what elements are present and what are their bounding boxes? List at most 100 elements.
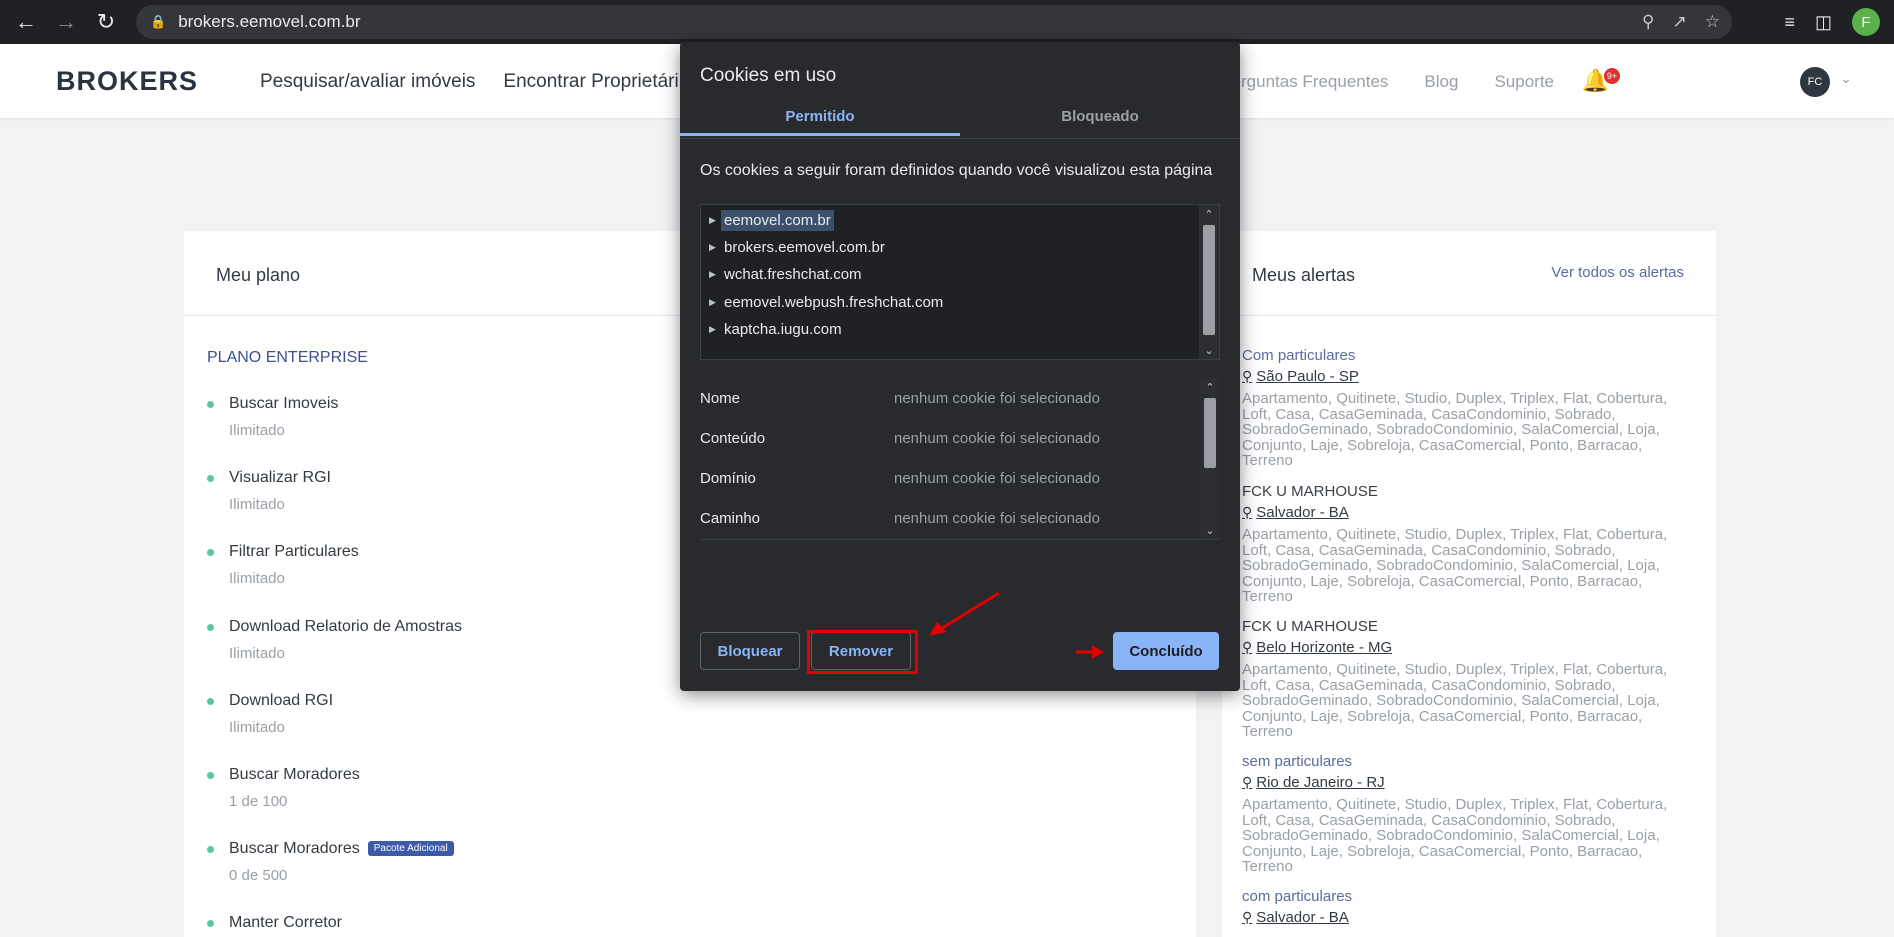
reload-icon[interactable]: ↻: [86, 2, 126, 42]
domain-label[interactable]: eemovel.webpush.freshchat.com: [721, 292, 946, 313]
map-pin-icon: ⚲: [1242, 639, 1253, 655]
property-value: nenhum cookie foi selecionado: [894, 390, 1100, 407]
url-text[interactable]: brokers.eemovel.com.br: [178, 12, 360, 32]
alert-location-link[interactable]: ⚲ Salvador - BA: [1242, 909, 1692, 926]
alert-category: FCK U MARHOUSE: [1242, 483, 1378, 500]
side-panel-icon[interactable]: ◫: [1815, 12, 1832, 33]
nav-search-properties[interactable]: Pesquisar/avaliar imóveis: [260, 71, 475, 93]
feature-name: Visualizar RGI: [229, 469, 331, 486]
lock-icon[interactable]: 🔒: [150, 14, 166, 30]
scroll-up-icon[interactable]: ⌃: [1200, 378, 1220, 396]
alert-location-link[interactable]: ⚲ Belo Horizonte - MG: [1242, 639, 1692, 656]
share-icon[interactable]: ↗: [1673, 12, 1687, 32]
tree-item[interactable]: ▶ kaptcha.iugu.com: [709, 318, 845, 340]
cookie-properties: Nome nenhum cookie foi selecionado Conteú…: [700, 378, 1220, 540]
tree-item[interactable]: ▶ eemovel.com.br: [709, 209, 834, 231]
tree-item[interactable]: ▶ wchat.freshchat.com: [709, 263, 865, 285]
right-nav: Perguntas Frequentes Blog Suporte: [1220, 72, 1554, 92]
back-icon[interactable]: ←: [6, 2, 46, 42]
alert-location-link[interactable]: ⚲ Salvador - BA: [1242, 504, 1692, 521]
alert-item: Com particulares ⚲ São Paulo - SP Apartam…: [1242, 347, 1692, 469]
bullet-icon: [207, 624, 214, 631]
scroll-down-icon[interactable]: ⌄: [1200, 521, 1220, 539]
alert-location[interactable]: Salvador - BA: [1256, 909, 1349, 926]
feature-name: Buscar Imoveis: [229, 395, 339, 412]
bullet-icon: [207, 698, 214, 705]
alert-location-link[interactable]: ⚲ Rio de Janeiro - RJ: [1242, 774, 1692, 791]
scroll-down-icon[interactable]: ⌄: [1199, 341, 1219, 359]
alert-location[interactable]: Belo Horizonte - MG: [1256, 639, 1392, 656]
forward-icon[interactable]: →: [46, 2, 86, 42]
domain-label[interactable]: brokers.eemovel.com.br: [721, 237, 888, 258]
bullet-icon: [207, 549, 214, 556]
alert-category: Com particulares: [1242, 347, 1356, 364]
bullet-icon: [207, 401, 214, 408]
feature-value: Ilimitado: [229, 719, 285, 736]
tree-scrollbar[interactable]: ⌃ ⌄: [1199, 205, 1219, 359]
property-label: Nome: [700, 390, 741, 407]
alert-location-link[interactable]: ⚲ São Paulo - SP: [1242, 368, 1692, 385]
cookie-domains-tree: ▶ eemovel.com.br ▶ brokers.eemovel.com.br …: [700, 204, 1220, 360]
nav-faq[interactable]: Perguntas Frequentes: [1220, 72, 1388, 92]
alert-location[interactable]: Salvador - BA: [1256, 504, 1349, 521]
feature-value: Ilimitado: [229, 570, 285, 587]
tab-allowed[interactable]: Permitido: [680, 108, 960, 136]
alert-category: com particulares: [1242, 888, 1353, 905]
alert-category: FCK U MARHOUSE: [1242, 618, 1378, 635]
scroll-up-icon[interactable]: ⌃: [1199, 205, 1219, 223]
property-label: Domínio: [700, 470, 756, 487]
feature-name: Download RGI: [229, 692, 334, 709]
feature-name: Buscar Moradores: [229, 766, 360, 783]
alert-category: sem particulares: [1242, 753, 1353, 770]
expand-triangle-icon[interactable]: ▶: [709, 297, 721, 308]
plan-name: PLANO ENTERPRISE: [207, 349, 368, 366]
profile-avatar[interactable]: F: [1852, 8, 1880, 36]
expand-triangle-icon[interactable]: ▶: [709, 324, 721, 335]
bullet-icon: [207, 920, 214, 927]
additional-pack-badge: Pacote Adicional: [367, 841, 454, 856]
bullet-icon: [207, 846, 214, 853]
domain-label[interactable]: eemovel.com.br: [721, 209, 834, 231]
see-all-alerts-link[interactable]: Ver todos os alertas: [1551, 264, 1684, 281]
expand-triangle-icon[interactable]: ▶: [709, 215, 721, 226]
feature-name: Buscar Moradores: [229, 840, 360, 857]
alert-location[interactable]: Rio de Janeiro - RJ: [1256, 774, 1384, 791]
tree-item[interactable]: ▶ brokers.eemovel.com.br: [709, 236, 888, 258]
address-bar[interactable]: 🔒 brokers.eemovel.com.br ⚲ ↗ ☆: [136, 5, 1732, 39]
expand-triangle-icon[interactable]: ▶: [709, 269, 721, 280]
map-pin-icon: ⚲: [1242, 504, 1253, 520]
alerts-title: Meus alertas: [1252, 265, 1356, 285]
property-value: nenhum cookie foi selecionado: [894, 510, 1100, 527]
zoom-icon[interactable]: ⚲: [1642, 12, 1654, 32]
block-button[interactable]: Bloquear: [700, 632, 800, 670]
tree-item[interactable]: ▶ eemovel.webpush.freshchat.com: [709, 291, 946, 313]
feature-value: Ilimitado: [229, 496, 285, 513]
domain-label[interactable]: kaptcha.iugu.com: [721, 319, 845, 340]
brokers-logo[interactable]: BROKERS: [56, 66, 198, 97]
tab-divider: [680, 138, 1240, 139]
reading-list-icon[interactable]: ≡: [1784, 12, 1795, 33]
nav-find-owners[interactable]: Encontrar Proprietári: [503, 71, 678, 93]
dialog-description: Os cookies a seguir foram definidos quan…: [700, 162, 1213, 179]
scrollbar-thumb[interactable]: [1203, 225, 1215, 335]
feature-name: Download Relatorio de Amostras: [229, 618, 463, 635]
alert-property-types: Apartamento, Quitinete, Studio, Duplex, …: [1242, 661, 1668, 741]
tab-blocked[interactable]: Bloqueado: [960, 108, 1240, 136]
map-pin-icon: ⚲: [1242, 368, 1253, 384]
user-avatar[interactable]: FC: [1800, 67, 1830, 97]
alert-location[interactable]: São Paulo - SP: [1256, 368, 1359, 385]
done-button[interactable]: Concluído: [1113, 632, 1219, 670]
properties-scrollbar[interactable]: ⌃ ⌄: [1200, 378, 1220, 539]
domain-label[interactable]: wchat.freshchat.com: [721, 264, 865, 285]
bookmark-star-icon[interactable]: ☆: [1705, 12, 1720, 32]
scrollbar-thumb[interactable]: [1204, 398, 1216, 468]
feature-value: Ilimitado: [229, 422, 285, 439]
expand-triangle-icon[interactable]: ▶: [709, 242, 721, 253]
property-label: Caminho: [700, 510, 761, 527]
nav-blog[interactable]: Blog: [1424, 72, 1458, 92]
alert-item: sem particulares ⚲ Rio de Janeiro - RJ Ap…: [1242, 753, 1692, 875]
feature-name-with-badge: Buscar Moradores Pacote Adicional: [229, 840, 454, 858]
nav-support[interactable]: Suporte: [1494, 72, 1554, 92]
feature-value: 0 de 500: [229, 867, 288, 884]
chevron-down-icon[interactable]: ⌄: [1840, 70, 1852, 87]
